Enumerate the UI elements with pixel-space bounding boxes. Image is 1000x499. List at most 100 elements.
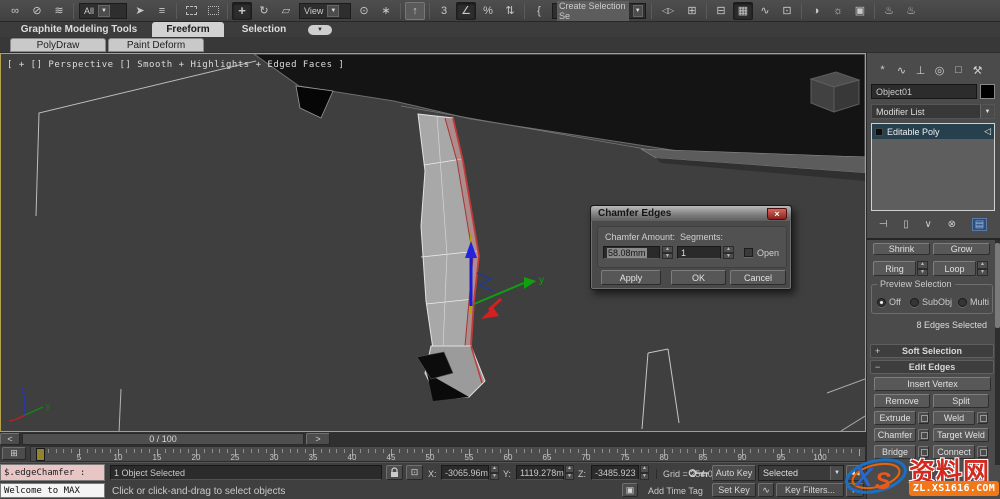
chamfer-settings-button[interactable] xyxy=(918,429,929,441)
set-key-button[interactable]: Set Key xyxy=(712,483,756,497)
open-mini-trackview-button[interactable]: ⊞ xyxy=(2,447,26,460)
selection-lock-button[interactable] xyxy=(386,465,403,480)
scrollbar-thumb[interactable] xyxy=(995,243,1000,328)
rectangular-selection-region-button[interactable] xyxy=(181,2,201,20)
extrude-button[interactable]: Extrude xyxy=(874,411,916,425)
tab-freeform[interactable]: Freeform xyxy=(152,22,224,37)
grow-button[interactable]: Grow xyxy=(933,243,990,255)
tab-create[interactable]: * xyxy=(873,61,892,79)
apply-button[interactable]: Apply xyxy=(601,270,661,285)
selection-filter-dropdown[interactable]: All ▼ xyxy=(79,2,127,19)
x-coordinate-input[interactable]: -3065.96m xyxy=(441,465,489,480)
insert-vertex-button[interactable]: Insert Vertex xyxy=(874,377,991,391)
render-production-button[interactable]: ♨ xyxy=(879,2,899,20)
z-spinner[interactable]: ▲ ▼ xyxy=(640,465,649,480)
viewcube[interactable] xyxy=(809,71,861,113)
ok-button[interactable]: OK xyxy=(671,270,726,285)
tab-graphite-modeling-tools[interactable]: Graphite Modeling Tools xyxy=(8,22,150,37)
ring-spinner[interactable]: ▲ ▼ xyxy=(917,261,928,276)
tab-motion[interactable]: ◎ xyxy=(930,61,949,79)
object-name-input[interactable]: Object01 xyxy=(871,84,977,99)
percent-snap-toggle-button[interactable]: % xyxy=(478,2,498,20)
object-color-swatch[interactable] xyxy=(980,84,995,99)
select-and-manipulate-button[interactable]: ∗ xyxy=(376,2,396,20)
y-coordinate-input[interactable]: 1119.278m xyxy=(516,465,564,480)
loop-button[interactable]: Loop xyxy=(933,261,976,276)
named-selection-set-dropdown[interactable]: Create Selection Se ▼ xyxy=(552,0,646,21)
shrink-button[interactable]: Shrink xyxy=(873,243,930,255)
select-and-scale-button[interactable]: ▱ xyxy=(276,2,296,20)
chamfer-amount-spinner[interactable]: ▲ ▼ xyxy=(662,246,673,259)
rendered-frame-window-button[interactable]: ▣ xyxy=(850,2,870,20)
layer-manager-button[interactable]: ⊟ xyxy=(711,2,731,20)
dialog-titlebar[interactable]: Chamfer Edges × xyxy=(591,206,791,221)
pin-stack-icon[interactable]: ⊣ xyxy=(879,219,888,230)
add-time-tag[interactable]: Add Time Tag xyxy=(648,486,703,496)
panel-scrollbar[interactable] xyxy=(995,240,1000,465)
segments-input[interactable]: 1 xyxy=(677,246,721,259)
new-key-filter-button[interactable]: ∿ xyxy=(758,483,774,497)
trackbar-range-field[interactable]: 0 / 100 xyxy=(22,433,304,445)
tab-utilities[interactable]: ⚒ xyxy=(968,61,987,79)
target-weld-button[interactable]: Target Weld xyxy=(933,428,989,442)
open-checkbox[interactable] xyxy=(744,248,753,257)
select-and-link-icon[interactable]: ∞ xyxy=(5,2,25,20)
render-setup-button[interactable]: ☼ xyxy=(828,2,848,20)
auto-key-button[interactable]: Auto Key xyxy=(712,465,756,481)
set-key-toggle-button[interactable] xyxy=(688,466,710,480)
trackbar-prev-button[interactable]: < xyxy=(0,433,20,445)
isolate-selection-button[interactable]: ▣ xyxy=(622,483,638,497)
split-button[interactable]: Split xyxy=(933,394,989,408)
absolute-mode-button[interactable]: ⊡ xyxy=(406,465,423,480)
use-pivot-center-button[interactable]: ⊙ xyxy=(354,2,374,20)
window-crossing-toggle-button[interactable] xyxy=(203,2,223,20)
select-and-rotate-button[interactable]: ↻ xyxy=(254,2,274,20)
tab-display[interactable]: □ xyxy=(949,61,968,79)
key-filters-button[interactable]: Key Filters... xyxy=(776,483,844,497)
modifier-list-dropdown[interactable]: Modifier List ▼ xyxy=(871,104,995,119)
angle-snap-toggle-button[interactable]: ∠ xyxy=(456,1,476,20)
x-spinner[interactable]: ▲ ▼ xyxy=(490,465,499,480)
ring-button[interactable]: Ring xyxy=(873,261,916,276)
z-coordinate-input[interactable]: -3485.923 xyxy=(591,465,639,480)
viewport-label[interactable]: [ + [] Perspective [] Smooth + Highlight… xyxy=(7,60,344,70)
configure-modifier-sets-icon[interactable]: ▤ xyxy=(971,217,988,231)
maxscript-listener-line[interactable]: $.edgeChamfer : xyxy=(0,464,105,481)
graphite-toolbox-button[interactable]: ▦ xyxy=(733,1,753,20)
chamfer-button[interactable]: Chamfer xyxy=(874,428,916,442)
schematic-view-button[interactable]: ⊡ xyxy=(777,2,797,20)
mirror-button[interactable]: ◁▷ xyxy=(656,2,680,20)
reference-coordinate-dropdown[interactable]: View ▼ xyxy=(299,2,351,19)
close-icon[interactable]: × xyxy=(767,208,787,220)
tab-modify[interactable]: ∿ xyxy=(892,61,911,79)
material-editor-button[interactable]: ◑ xyxy=(806,2,826,20)
snaps-toggle-button[interactable]: 3 xyxy=(434,2,454,20)
subtab-paint-deform[interactable]: Paint Deform xyxy=(108,38,204,52)
show-end-result-icon[interactable]: ▯ xyxy=(903,219,909,230)
weld-button[interactable]: Weld xyxy=(933,411,975,425)
curve-editor-button[interactable]: ∿ xyxy=(755,2,775,20)
quick-render-button[interactable]: ♨ xyxy=(901,2,921,20)
make-unique-icon[interactable]: ∨ xyxy=(925,219,932,230)
time-slider-handle[interactable] xyxy=(36,448,45,461)
edit-named-selection-sets-button[interactable]: { xyxy=(529,2,549,20)
timeline-ruler[interactable]: 5 10 15 20 25 30 35 40 45 50 55 60 65 70 75 80 85 90 95 100 xyxy=(30,446,866,462)
preview-subobj-radio[interactable]: SubObj xyxy=(910,297,952,307)
select-by-name-button[interactable]: ≡ xyxy=(152,2,172,20)
remove-button[interactable]: Remove xyxy=(874,394,930,408)
y-spinner[interactable]: ▲ ▼ xyxy=(565,465,574,480)
select-and-move-button[interactable]: + xyxy=(232,1,252,20)
select-object-button[interactable]: ➤ xyxy=(130,2,150,20)
subtab-polydraw[interactable]: PolyDraw xyxy=(10,38,106,52)
soft-selection-rollout[interactable]: + Soft Selection xyxy=(870,344,994,358)
spinner-snap-toggle-button[interactable]: ⇅ xyxy=(500,2,520,20)
tab-selection[interactable]: Selection xyxy=(228,22,300,37)
bind-to-spacewarp-icon[interactable]: ≋ xyxy=(49,2,69,20)
weld-settings-button[interactable] xyxy=(977,412,988,424)
maxscript-welcome-line[interactable]: Welcome to MAX xyxy=(0,483,105,498)
remove-modifier-icon[interactable]: ⊗ xyxy=(948,219,956,230)
unlink-selection-icon[interactable]: ⊘ xyxy=(27,2,47,20)
extrude-settings-button[interactable] xyxy=(918,412,929,424)
loop-spinner[interactable]: ▲ ▼ xyxy=(977,261,988,276)
stack-item-editable-poly[interactable]: Editable Poly ◁ xyxy=(872,124,994,139)
